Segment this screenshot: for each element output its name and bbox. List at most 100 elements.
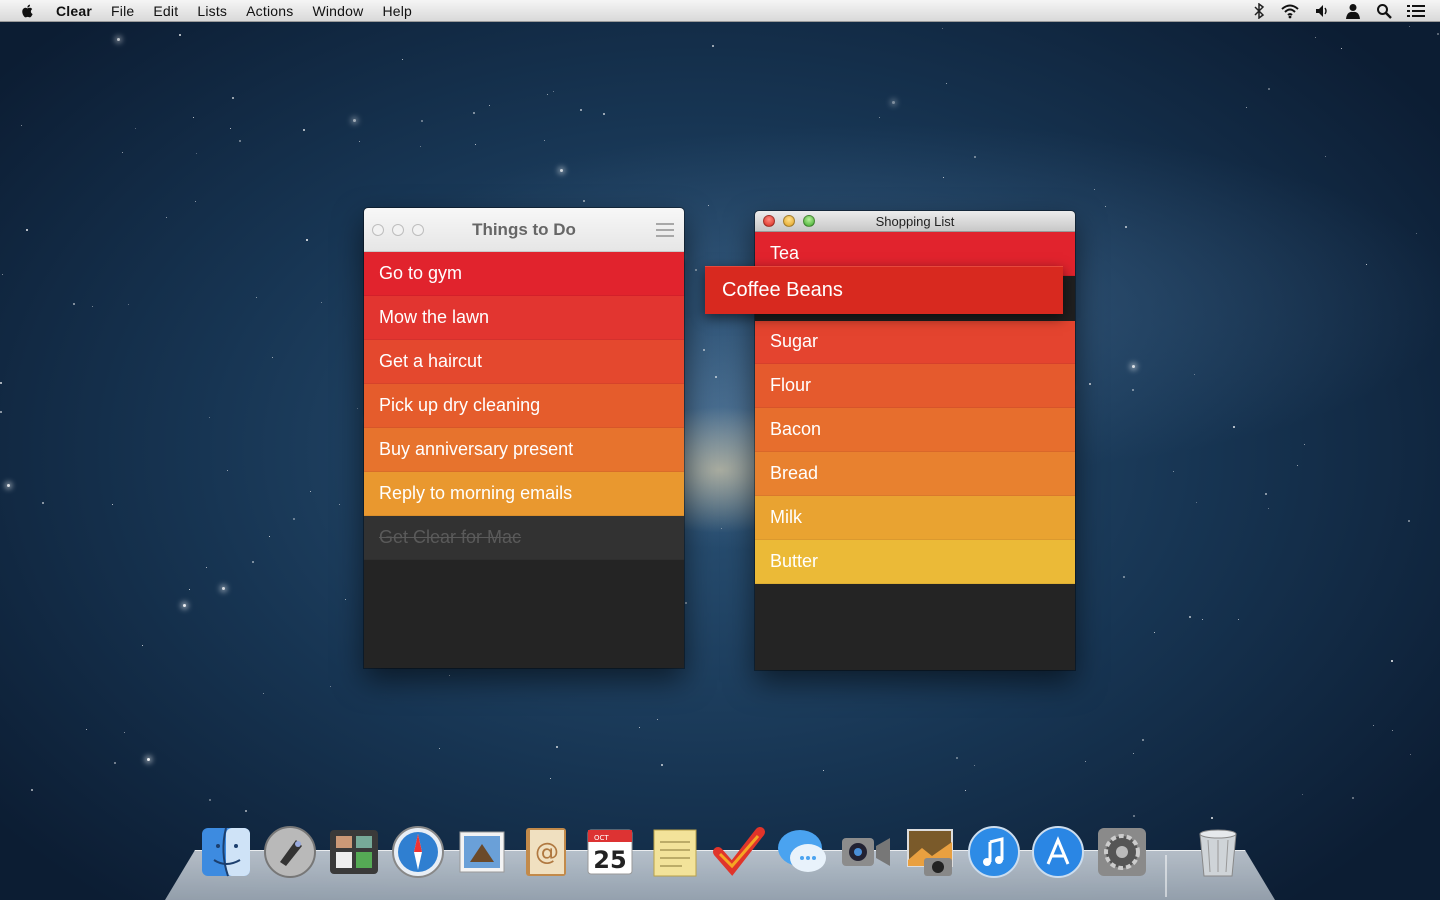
title-bar: Things to Do: [364, 208, 684, 252]
star: [232, 97, 234, 99]
notes-icon[interactable]: [646, 824, 702, 880]
star: [1268, 88, 1270, 90]
star: [1408, 520, 1410, 522]
task-row[interactable]: Get Clear for Mac: [364, 516, 684, 560]
notification-center-icon[interactable]: [1406, 3, 1426, 19]
menu-help[interactable]: Help: [382, 3, 412, 19]
task-row[interactable]: Pick up dry cleaning: [364, 384, 684, 428]
star: [128, 304, 129, 305]
star: [823, 770, 824, 771]
svg-text:OCT: OCT: [594, 834, 609, 842]
trash-icon[interactable]: [1190, 824, 1246, 880]
star: [330, 686, 331, 687]
svg-text:25: 25: [593, 846, 626, 874]
bluetooth-icon[interactable]: [1252, 3, 1266, 19]
star: [550, 778, 551, 779]
star: [685, 602, 687, 604]
star: [114, 762, 116, 764]
empty-list-area[interactable]: [364, 560, 684, 668]
star: [1297, 465, 1298, 466]
dock-separator: [1165, 855, 1167, 897]
star: [1325, 156, 1326, 157]
messages-icon[interactable]: [774, 824, 830, 880]
star: [1194, 374, 1195, 375]
mission-control-icon[interactable]: [326, 824, 382, 880]
finder-icon[interactable]: [198, 824, 254, 880]
task-row[interactable]: Buy anniversary present: [364, 428, 684, 472]
app-store-icon[interactable]: [1030, 824, 1086, 880]
star: [420, 146, 421, 147]
task-row[interactable]: Reply to morning emails: [364, 472, 684, 516]
star: [321, 302, 322, 303]
shopping-row[interactable]: Flour: [755, 364, 1075, 408]
menu-icon[interactable]: [656, 223, 674, 237]
star: [1341, 48, 1342, 49]
wifi-icon[interactable]: [1280, 3, 1300, 19]
menu-lists[interactable]: Lists: [197, 3, 227, 19]
star: [1352, 797, 1354, 799]
menu-actions[interactable]: Actions: [246, 3, 293, 19]
star: [1265, 493, 1267, 495]
star: [256, 297, 257, 298]
itunes-icon[interactable]: [966, 824, 1022, 880]
calendar-icon[interactable]: OCT 25: [582, 824, 638, 880]
clear-icon[interactable]: [710, 824, 766, 880]
star: [603, 113, 605, 115]
shopping-row[interactable]: Bread: [755, 452, 1075, 496]
dragged-item[interactable]: Coffee Beans: [705, 266, 1063, 314]
star: [245, 810, 247, 812]
things-to-do-window: Things to Do Go to gym Mow the lawn Get a …: [364, 208, 684, 668]
shopping-row[interactable]: Bacon: [755, 408, 1075, 452]
star: [179, 34, 181, 36]
star: [1125, 226, 1127, 228]
shopping-row[interactable]: Milk: [755, 496, 1075, 540]
task-row[interactable]: Go to gym: [364, 252, 684, 296]
star: [489, 105, 490, 106]
star: [879, 117, 880, 118]
safari-icon[interactable]: [390, 824, 446, 880]
star: [1202, 619, 1203, 620]
shopping-row[interactable]: Butter: [755, 540, 1075, 584]
star: [166, 217, 167, 218]
contacts-icon[interactable]: @: [518, 824, 574, 880]
star: [657, 719, 658, 720]
star: [639, 727, 640, 728]
star: [583, 200, 585, 202]
star: [1315, 37, 1316, 38]
star: [544, 140, 545, 141]
star: [402, 59, 403, 60]
star: [1173, 471, 1174, 472]
star: [122, 152, 123, 153]
spotlight-icon[interactable]: [1376, 3, 1392, 19]
menu-edit[interactable]: Edit: [153, 3, 178, 19]
menu-file[interactable]: File: [111, 3, 134, 19]
menu-window[interactable]: Window: [312, 3, 363, 19]
empty-list-area[interactable]: [755, 584, 1075, 670]
star: [31, 789, 33, 791]
volume-icon[interactable]: [1314, 3, 1330, 19]
star: [135, 128, 136, 129]
star: [21, 125, 22, 126]
star: [353, 119, 356, 122]
menu-app-name[interactable]: Clear: [56, 3, 92, 19]
star: [293, 518, 295, 520]
star: [1304, 444, 1305, 445]
star: [473, 112, 475, 114]
star: [560, 169, 563, 172]
star: [73, 303, 75, 305]
star: [946, 83, 947, 84]
star: [715, 376, 717, 378]
mail-icon[interactable]: [454, 824, 510, 880]
launchpad-icon[interactable]: [262, 824, 318, 880]
user-icon[interactable]: [1344, 3, 1362, 19]
system-preferences-icon[interactable]: [1094, 824, 1150, 880]
iphoto-icon[interactable]: [902, 824, 958, 880]
apple-icon[interactable]: [18, 3, 38, 19]
star: [209, 799, 211, 801]
star: [1373, 725, 1374, 726]
facetime-icon[interactable]: [838, 824, 894, 880]
task-row[interactable]: Mow the lawn: [364, 296, 684, 340]
shopping-row[interactable]: Sugar: [755, 320, 1075, 364]
task-row[interactable]: Get a haircut: [364, 340, 684, 384]
window-title: Shopping List: [875, 214, 955, 229]
